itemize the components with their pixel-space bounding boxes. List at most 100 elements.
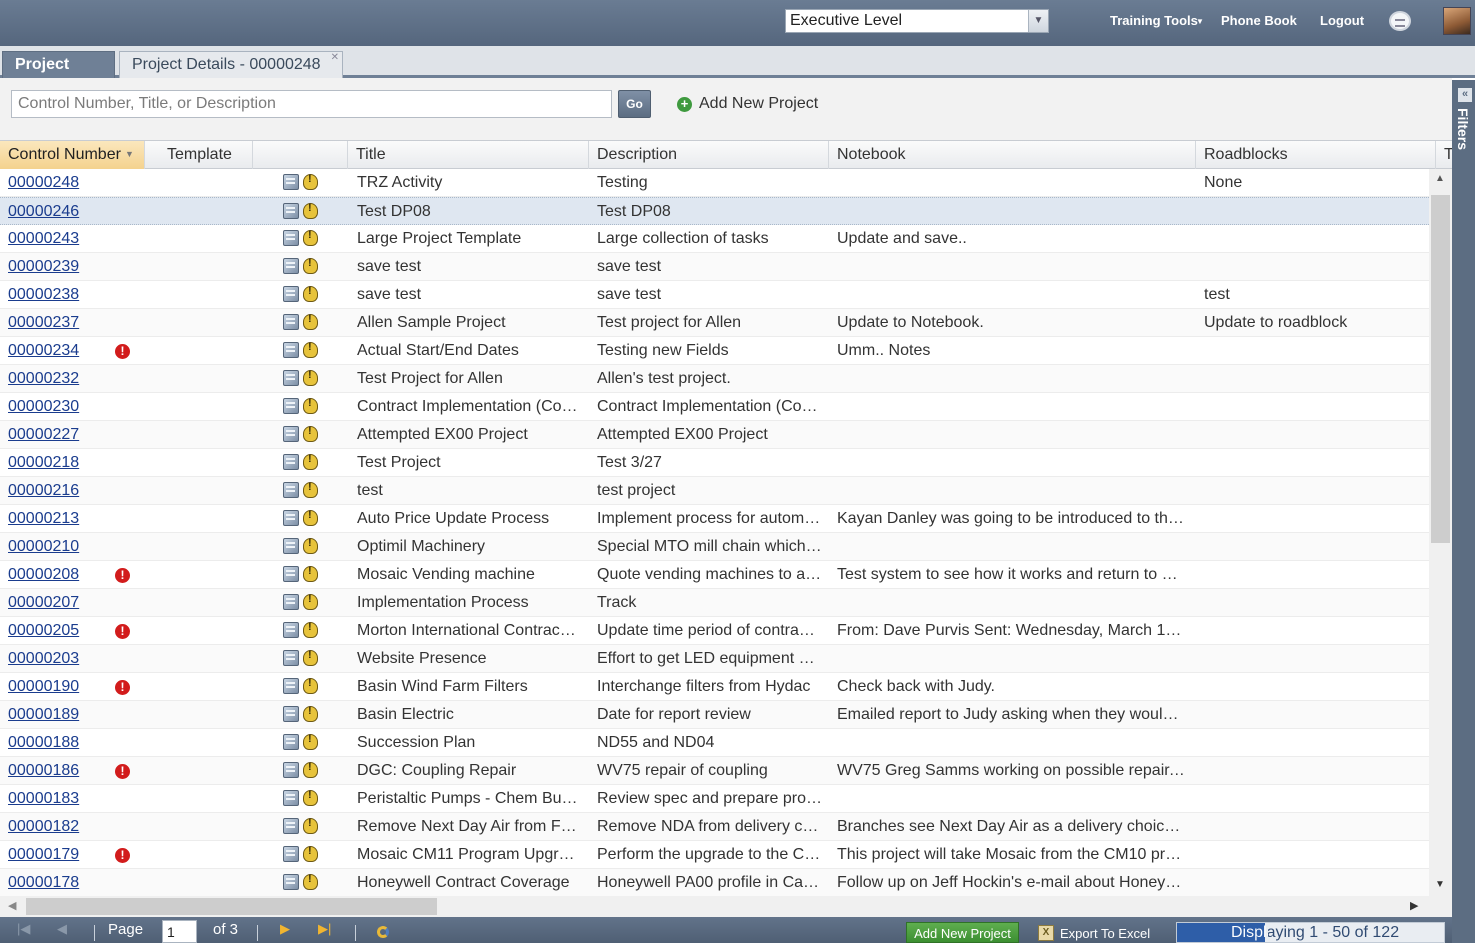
document-icon[interactable]	[283, 342, 299, 358]
badge-icon[interactable]	[303, 649, 318, 666]
control-number-link[interactable]: 00000216	[8, 482, 79, 499]
badge-icon[interactable]	[303, 845, 318, 862]
chevron-down-icon[interactable]: ▼	[1028, 10, 1048, 32]
column-header-next[interactable]: T	[1436, 141, 1452, 169]
table-row[interactable]: 00000208! Mosaic Vending machine Quote ven…	[0, 561, 1429, 589]
document-icon[interactable]	[283, 314, 299, 330]
scroll-left-icon[interactable]: ◀	[8, 899, 16, 912]
badge-icon[interactable]	[303, 369, 318, 386]
control-number-link[interactable]: 00000207	[8, 594, 79, 611]
chevron-down-icon[interactable]: ▼	[1196, 17, 1204, 26]
table-row[interactable]: 00000237 Allen Sample Project Test project…	[0, 309, 1429, 337]
table-row[interactable]: 00000234! Actual Start/End Dates Testing n…	[0, 337, 1429, 365]
control-number-link[interactable]: 00000243	[8, 230, 79, 247]
control-number-link[interactable]: 00000205	[8, 622, 79, 639]
control-number-link[interactable]: 00000183	[8, 790, 79, 807]
vertical-scrollbar[interactable]: ▲ ▼	[1429, 169, 1452, 896]
first-page-icon[interactable]: |◀	[17, 921, 30, 937]
badge-icon[interactable]	[303, 425, 318, 442]
document-icon[interactable]	[283, 818, 299, 834]
badge-icon[interactable]	[303, 817, 318, 834]
document-icon[interactable]	[283, 678, 299, 694]
column-header-roadblocks[interactable]: Roadblocks	[1196, 141, 1436, 169]
control-number-link[interactable]: 00000182	[8, 818, 79, 835]
page-number-input[interactable]: 1	[162, 920, 197, 943]
document-icon[interactable]	[283, 454, 299, 470]
scroll-right-icon[interactable]: ▶	[1410, 899, 1418, 912]
badge-icon[interactable]	[303, 481, 318, 498]
table-row[interactable]: 00000232 Test Project for Allen Allen's te…	[0, 365, 1429, 393]
scrollbar-thumb[interactable]	[26, 898, 437, 915]
document-icon[interactable]	[283, 230, 299, 246]
export-to-excel-button[interactable]: X Export To Excel	[1038, 923, 1150, 943]
document-icon[interactable]	[283, 482, 299, 498]
scrollbar-thumb[interactable]	[1431, 195, 1450, 543]
add-new-project-button[interactable]: + Add New Project	[677, 94, 818, 114]
scroll-down-icon[interactable]: ▼	[1435, 879, 1445, 890]
column-header-title[interactable]: Title	[348, 141, 589, 169]
badge-icon[interactable]	[303, 621, 318, 638]
previous-page-icon[interactable]: ◀	[57, 921, 67, 937]
document-icon[interactable]	[283, 426, 299, 442]
table-row[interactable]: 00000213 Auto Price Update Process Impleme…	[0, 505, 1429, 533]
table-row[interactable]: 00000210 Optimil Machinery Special MTO mil…	[0, 533, 1429, 561]
column-header-notebook[interactable]: Notebook	[829, 141, 1196, 169]
document-icon[interactable]	[283, 370, 299, 386]
control-number-link[interactable]: 00000203	[8, 650, 79, 667]
collapse-icon[interactable]: «	[1458, 88, 1472, 102]
close-icon[interactable]: ✕	[331, 53, 339, 63]
badge-icon[interactable]	[303, 173, 318, 190]
control-number-link[interactable]: 00000230	[8, 398, 79, 415]
document-icon[interactable]	[283, 622, 299, 638]
table-row[interactable]: 00000182 Remove Next Day Air from F… Remov…	[0, 813, 1429, 841]
control-number-link[interactable]: 00000234	[8, 342, 79, 359]
go-button[interactable]: Go	[618, 90, 651, 118]
level-select[interactable]: Executive Level ▼	[785, 9, 1049, 33]
control-number-link[interactable]: 00000248	[8, 174, 79, 191]
table-row[interactable]: 00000188 Succession Plan ND55 and ND04	[0, 729, 1429, 757]
tab-project-details[interactable]: Project Details - 00000248 ✕	[119, 51, 343, 78]
document-icon[interactable]	[283, 203, 299, 219]
badge-icon[interactable]	[303, 593, 318, 610]
document-icon[interactable]	[283, 398, 299, 414]
control-number-link[interactable]: 00000227	[8, 426, 79, 443]
badge-icon[interactable]	[303, 565, 318, 582]
document-icon[interactable]	[283, 286, 299, 302]
add-new-project-footer-button[interactable]: Add New Project	[906, 922, 1019, 943]
control-number-link[interactable]: 00000189	[8, 706, 79, 723]
table-row[interactable]: 00000218 Test Project Test 3/27	[0, 449, 1429, 477]
badge-icon[interactable]	[303, 537, 318, 554]
badge-icon[interactable]	[303, 733, 318, 750]
document-icon[interactable]	[283, 762, 299, 778]
table-row[interactable]: 00000189 Basin Electric Date for report re…	[0, 701, 1429, 729]
last-page-icon[interactable]: ▶|	[318, 921, 331, 937]
control-number-link[interactable]: 00000188	[8, 734, 79, 751]
avatar[interactable]	[1443, 7, 1471, 35]
document-icon[interactable]	[283, 846, 299, 862]
badge-icon[interactable]	[303, 761, 318, 778]
table-row[interactable]: 00000203 Website Presence Effort to get LE…	[0, 645, 1429, 673]
scroll-up-icon[interactable]: ▲	[1435, 173, 1445, 184]
phone-book-link[interactable]: Phone Book	[1221, 13, 1297, 28]
table-row[interactable]: 00000207 Implementation Process Track	[0, 589, 1429, 617]
badge-icon[interactable]	[303, 257, 318, 274]
control-number-link[interactable]: 00000179	[8, 846, 79, 863]
document-icon[interactable]	[283, 174, 299, 190]
table-row[interactable]: 00000183 Peristaltic Pumps - Chem Buil… Re…	[0, 785, 1429, 813]
document-icon[interactable]	[283, 734, 299, 750]
column-header-template[interactable]: Template	[145, 141, 253, 169]
table-row[interactable]: 00000186! DGC: Coupling Repair WV75 repair…	[0, 757, 1429, 785]
control-number-link[interactable]: 00000213	[8, 510, 79, 527]
control-number-link[interactable]: 00000186	[8, 762, 79, 779]
document-icon[interactable]	[283, 566, 299, 582]
badge-icon[interactable]	[303, 677, 318, 694]
table-row[interactable]: 00000248 TRZ Activity Testing None	[0, 169, 1429, 197]
control-number-link[interactable]: 00000208	[8, 566, 79, 583]
table-row[interactable]: 00000178 Honeywell Contract Coverage Honey…	[0, 869, 1429, 896]
table-row[interactable]: 00000246 Test DP08 Test DP08	[0, 197, 1429, 225]
control-number-link[interactable]: 00000239	[8, 258, 79, 275]
table-row[interactable]: 00000230 Contract Implementation (Cor… Con…	[0, 393, 1429, 421]
column-header-description[interactable]: Description	[589, 141, 829, 169]
control-number-link[interactable]: 00000237	[8, 314, 79, 331]
badge-icon[interactable]	[303, 285, 318, 302]
